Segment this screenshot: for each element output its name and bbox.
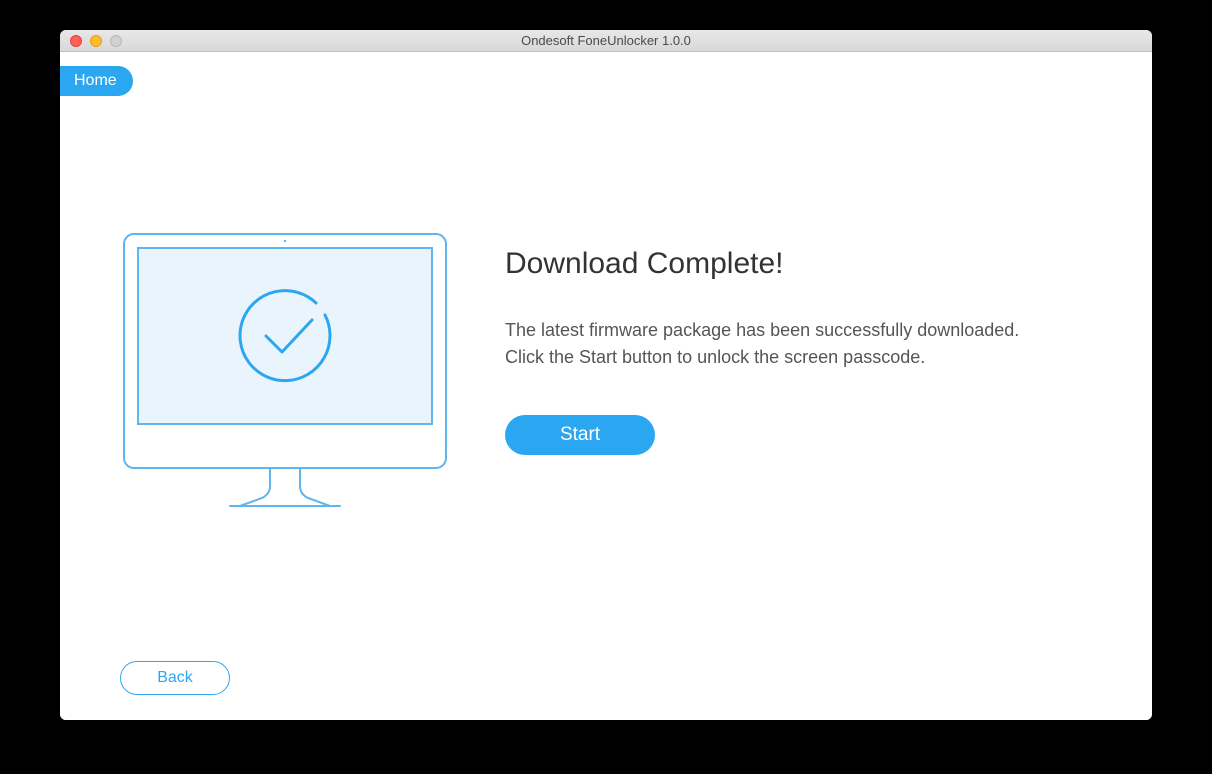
monitor-checkmark-illustration xyxy=(120,230,450,515)
app-window: Ondesoft FoneUnlocker 1.0.0 Home xyxy=(60,30,1152,720)
home-tab[interactable]: Home xyxy=(60,66,133,96)
traffic-lights xyxy=(60,35,122,47)
content-area: Home xyxy=(60,52,1152,720)
titlebar: Ondesoft FoneUnlocker 1.0.0 xyxy=(60,30,1152,52)
main-area: Download Complete! The latest firmware p… xyxy=(60,52,1152,515)
maximize-window-button xyxy=(110,35,122,47)
description-line-1: The latest firmware package has been suc… xyxy=(505,320,1019,340)
back-button[interactable]: Back xyxy=(120,661,230,695)
description-text: The latest firmware package has been suc… xyxy=(505,317,1092,371)
text-area: Download Complete! The latest firmware p… xyxy=(505,222,1092,455)
description-line-2: Click the Start button to unlock the scr… xyxy=(505,347,925,367)
minimize-window-button[interactable] xyxy=(90,35,102,47)
close-window-button[interactable] xyxy=(70,35,82,47)
window-title: Ondesoft FoneUnlocker 1.0.0 xyxy=(60,33,1152,48)
page-title: Download Complete! xyxy=(505,247,1092,281)
start-button[interactable]: Start xyxy=(505,415,655,455)
